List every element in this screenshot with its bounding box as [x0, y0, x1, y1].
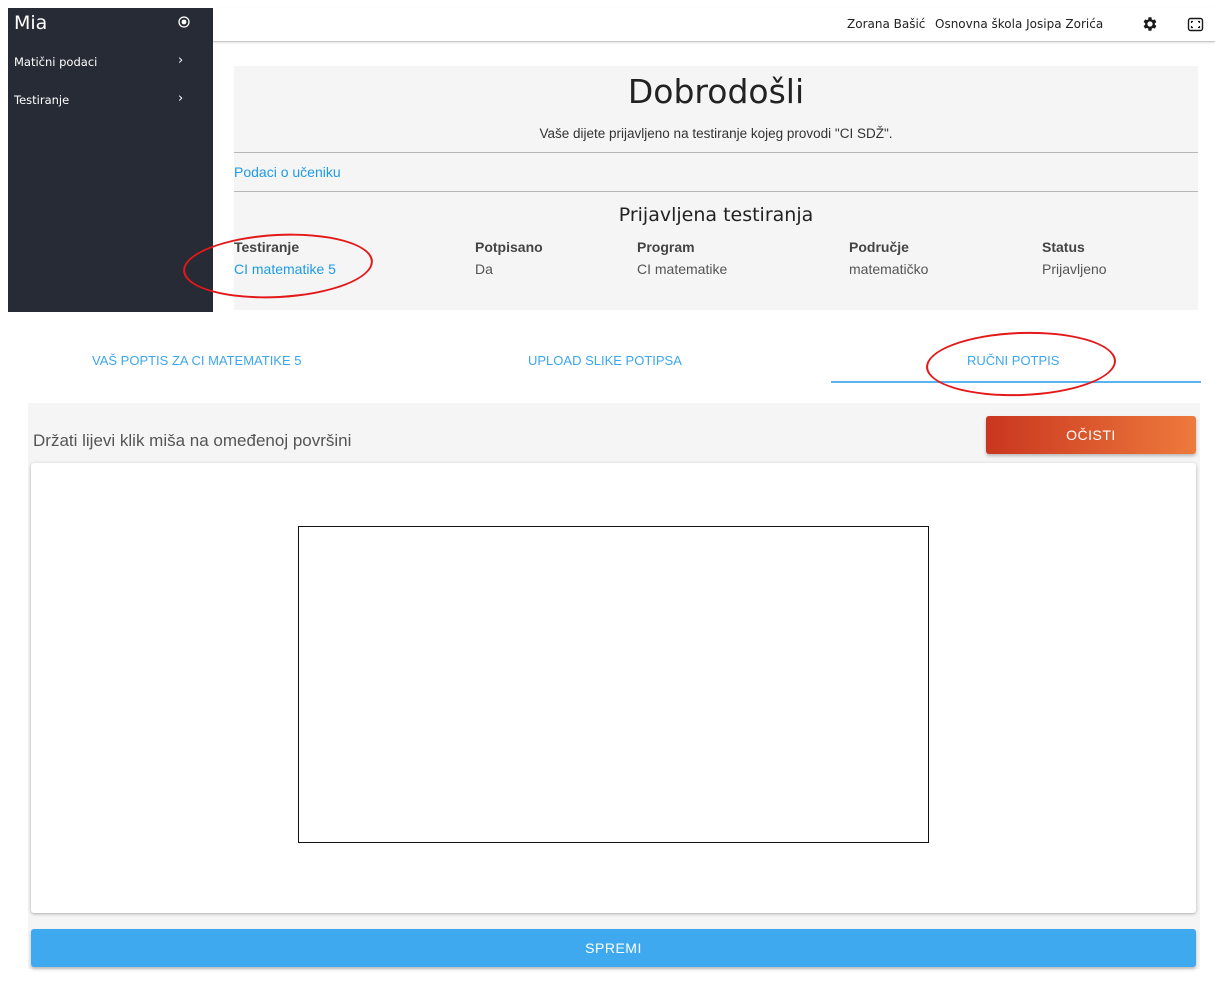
divider: [234, 152, 1198, 153]
column-header-status: Status: [1042, 239, 1085, 255]
fullscreen-icon[interactable]: [1187, 16, 1204, 33]
sidebar-item-label: Matični podaci: [14, 55, 98, 69]
user-name[interactable]: Zorana Bašić: [847, 17, 925, 31]
signature-instruction: Držati lijevi klik miša na omeđenoj povr…: [33, 431, 352, 450]
column-header-testiranje: Testiranje: [234, 239, 300, 255]
student-info-link[interactable]: Podaci o učeniku: [234, 164, 341, 180]
column-header-podrucje: Područje: [849, 239, 909, 255]
chevron-right-icon: ›: [178, 53, 184, 68]
program-value: CI matematike: [637, 261, 728, 277]
area-value: matematičko: [849, 261, 929, 277]
school-name[interactable]: Osnovna škola Josipa Zorića: [935, 17, 1103, 31]
tab-upload-slike[interactable]: UPLOAD SLIKE POTIPSA: [528, 353, 682, 368]
clear-button[interactable]: OČISTI: [986, 416, 1196, 454]
registered-tests-title: Prijavljena testiranja: [618, 204, 814, 226]
column-header-potpisano: Potpisano: [475, 239, 543, 255]
tab-rucni-potpis[interactable]: RUČNI POTPIS: [967, 353, 1059, 368]
gear-icon[interactable]: [1141, 15, 1159, 33]
status-value: Prijavljeno: [1042, 261, 1107, 277]
divider: [234, 191, 1198, 192]
test-name-link[interactable]: CI matematike 5: [234, 261, 336, 277]
chevron-right-icon: ›: [178, 91, 184, 106]
app-brand: Mia: [14, 12, 48, 34]
tab-vas-potpis[interactable]: VAŠ POPTIS ZA CI MATEMATIKE 5: [92, 353, 302, 368]
save-button[interactable]: SPREMI: [31, 929, 1196, 967]
active-tab-indicator: [831, 381, 1201, 383]
radio-dot-icon[interactable]: [177, 15, 191, 29]
column-header-program: Program: [637, 239, 695, 255]
sidebar: Mia Matični podaci › Testiranje ›: [8, 8, 213, 312]
page-title: Dobrodošli: [627, 72, 805, 111]
sidebar-item-testiranje[interactable]: Testiranje ›: [8, 90, 213, 112]
welcome-subtitle: Vaše dijete prijavljeno na testiranje ko…: [539, 126, 893, 141]
signed-value: Da: [475, 261, 493, 277]
welcome-panel: Dobrodošli Vaše dijete prijavljeno na te…: [234, 66, 1198, 310]
sidebar-item-maticni-podaci[interactable]: Matični podaci ›: [8, 52, 213, 74]
signature-canvas[interactable]: [298, 526, 929, 843]
sidebar-item-label: Testiranje: [14, 93, 70, 107]
top-bar: Zorana Bašić Osnovna škola Josipa Zorića: [213, 8, 1215, 42]
